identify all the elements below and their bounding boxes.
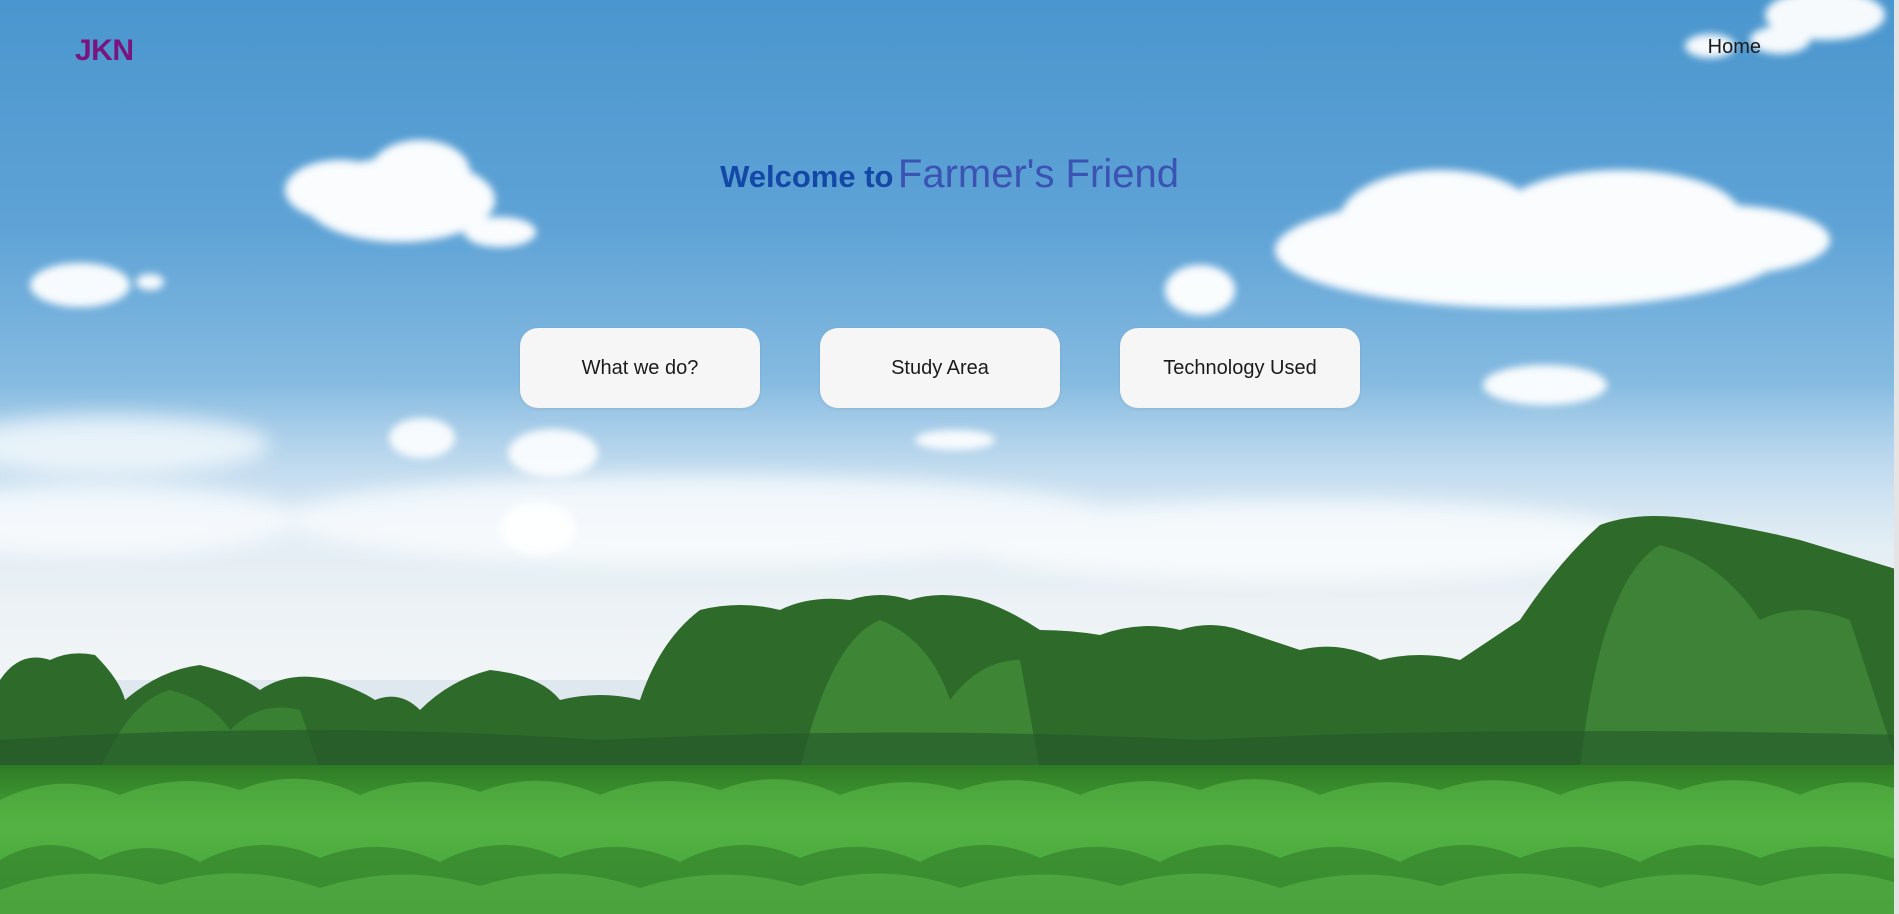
nav-link-home[interactable]: Home — [1708, 36, 1761, 59]
corn-field — [0, 765, 1899, 914]
site-logo[interactable]: JKN — [75, 34, 134, 68]
feature-cards: What we do? Study Area Technology Used — [520, 328, 1360, 408]
hero-welcome-text: Welcome to — [720, 159, 894, 194]
hero-title: Welcome to Farmer's Friend — [0, 152, 1899, 197]
cloud — [30, 263, 164, 307]
background-scene — [0, 0, 1899, 914]
cloud — [1483, 365, 1607, 405]
card-study-area[interactable]: Study Area — [820, 328, 1060, 408]
card-what-we-do[interactable]: What we do? — [520, 328, 760, 408]
hero-brand-name: Farmer's Friend — [897, 152, 1179, 196]
card-technology-used[interactable]: Technology Used — [1120, 328, 1360, 408]
page: JKN Home Welcome to Farmer's Friend What… — [0, 0, 1899, 914]
vertical-scrollbar[interactable] — [1894, 0, 1899, 914]
